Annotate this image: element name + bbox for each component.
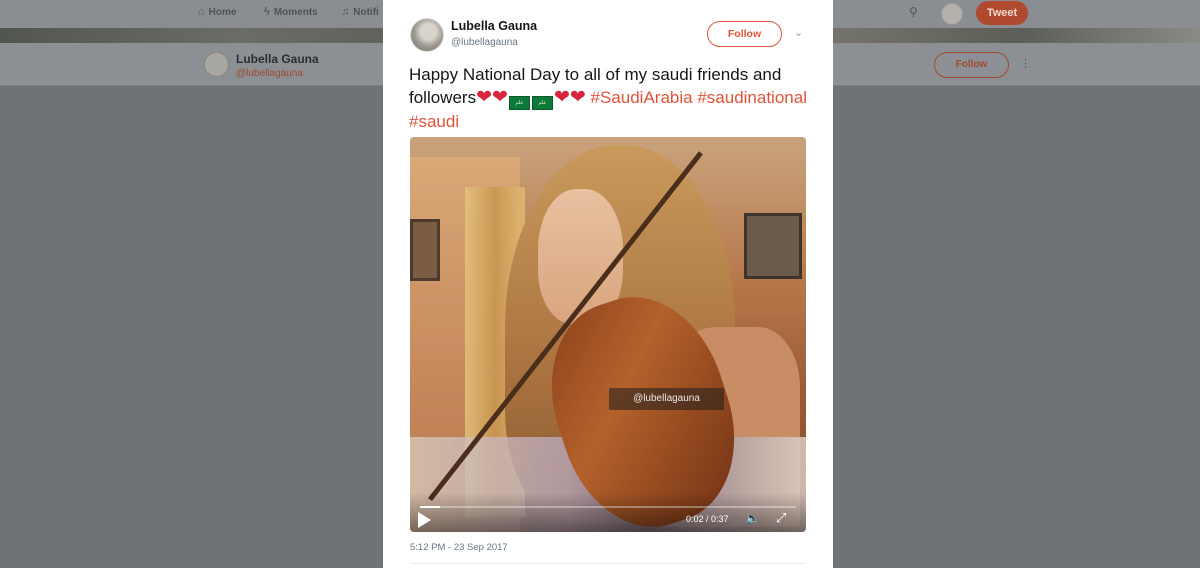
saudi-flag-icon: علم <box>508 96 530 110</box>
video-player[interactable]: @lubellagauna 0:02 / 0:37 🔈 ⤢ <box>410 137 806 532</box>
author-name[interactable]: Lubella Gauna <box>451 19 537 33</box>
hashtag-saudinational[interactable]: #saudinational <box>697 88 807 107</box>
tweet-card: Lubella Gauna @lubellagauna Follow ⌄ Hap… <box>383 0 833 568</box>
author-avatar[interactable] <box>410 18 444 52</box>
profile-handle[interactable]: @lubellagauna <box>236 68 303 79</box>
video-controls: 0:02 / 0:37 🔈 ⤢ <box>410 492 806 532</box>
hashtag-saudi[interactable]: #saudi <box>409 112 459 131</box>
moments-icon: ϟ <box>264 6 270 18</box>
nav-avatar[interactable] <box>941 3 963 25</box>
author-handle[interactable]: @lubellagauna <box>451 37 518 48</box>
tweet-text: Happy National Day to all of my saudi fr… <box>409 63 814 133</box>
nav-moments-label: Moments <box>273 6 318 18</box>
tweet-timestamp[interactable]: 5:12 PM - 23 Sep 2017 <box>410 542 508 553</box>
nav-home-label: Home <box>208 6 237 18</box>
heart-icon: ❤ <box>492 87 508 108</box>
nav-notifications[interactable]: ♫ Notifi <box>341 6 379 18</box>
video-progress-bar[interactable] <box>420 506 796 508</box>
saudi-flag-icon: علم <box>531 96 553 110</box>
volume-icon[interactable]: 🔈 <box>745 511 760 525</box>
fullscreen-icon[interactable]: ⤢ <box>776 510 786 526</box>
video-time: 0:02 / 0:37 <box>686 514 729 524</box>
tweet-compose-button[interactable]: Tweet <box>976 1 1028 25</box>
hashtag-saudiarabia[interactable]: #SaudiArabia <box>591 88 693 107</box>
nav-moments[interactable]: ϟ Moments <box>264 6 318 18</box>
video-watermark: @lubellagauna <box>609 388 724 410</box>
profile-avatar[interactable] <box>204 52 229 77</box>
notifications-icon: ♫ <box>341 6 350 18</box>
more-options-icon[interactable]: ⋮ <box>1020 57 1031 70</box>
profile-name[interactable]: Lubella Gauna <box>236 52 319 66</box>
nav-home[interactable]: ⌂ Home <box>198 6 236 18</box>
video-frame-picture <box>744 213 802 279</box>
nav-notifications-label: Notifi <box>353 6 379 18</box>
chevron-down-icon[interactable]: ⌄ <box>794 26 803 39</box>
video-progress-fill <box>420 506 441 508</box>
heart-icon: ❤ <box>553 87 570 108</box>
home-icon: ⌂ <box>198 6 205 18</box>
divider <box>410 563 806 564</box>
play-icon[interactable] <box>418 512 431 528</box>
heart-icon: ❤ <box>476 87 493 108</box>
search-icon[interactable]: ⚲ <box>909 5 918 19</box>
video-frame-picture <box>410 219 440 281</box>
profile-follow-button[interactable]: Follow <box>934 52 1009 78</box>
heart-icon: ❤ <box>569 87 586 108</box>
follow-button[interactable]: Follow <box>707 21 782 47</box>
